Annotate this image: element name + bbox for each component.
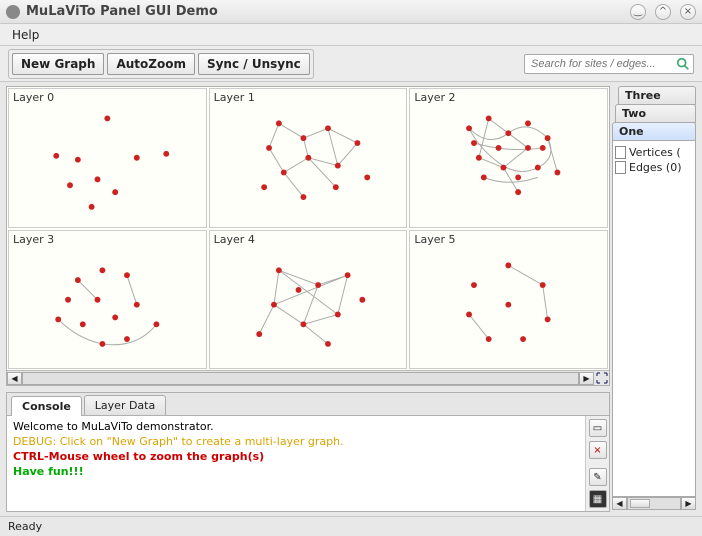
close-button[interactable]: ×	[680, 4, 696, 20]
maximize-button[interactable]: ^	[655, 4, 671, 20]
statusbar: Ready	[0, 516, 702, 536]
scroll-right-arrow[interactable]: ▶	[579, 372, 594, 385]
console-save-button[interactable]: ✎	[589, 468, 607, 486]
layer-label: Layer 0	[13, 91, 54, 104]
console-line: CTRL-Mouse wheel to zoom the graph(s)	[13, 450, 579, 465]
layer-cell-5[interactable]: Layer 5	[409, 230, 608, 370]
new-graph-button[interactable]: New Graph	[12, 53, 104, 75]
graph-horizontal-scrollbar[interactable]: ◀ ▶	[7, 370, 609, 385]
scroll-track[interactable]	[627, 497, 681, 510]
toolbar-group: New Graph AutoZoom Sync / Unsync	[8, 49, 314, 79]
layer-cell-3[interactable]: Layer 3	[8, 230, 207, 370]
console-stop-button[interactable]: ×	[589, 441, 607, 459]
right-horizontal-scrollbar[interactable]: ◀ ▶	[612, 497, 696, 512]
bottom-panel: Console Layer Data Welcome to MuLaViTo d…	[6, 392, 610, 512]
right-column: Three Two One Vertices ( Edges (0) ◀ ▶	[610, 82, 702, 516]
app-icon	[6, 5, 20, 19]
console-line: Have fun!!!	[13, 465, 579, 480]
autozoom-button[interactable]: AutoZoom	[107, 53, 195, 75]
tab-one[interactable]: One	[612, 122, 696, 141]
main-area: Layer 0 Layer 1	[0, 82, 702, 516]
scroll-right-arrow[interactable]: ▶	[681, 497, 696, 510]
titlebar: MuLaViTo Panel GUI Demo ‿ ^ ×	[0, 0, 702, 24]
toolbar: New Graph AutoZoom Sync / Unsync	[0, 46, 702, 82]
layer-cell-4[interactable]: Layer 4	[209, 230, 408, 370]
console-clear-button[interactable]: ▭	[589, 419, 607, 437]
console-text: Welcome to MuLaViTo demonstrator.DEBUG: …	[7, 416, 585, 511]
layer-label: Layer 2	[414, 91, 455, 104]
scroll-left-arrow[interactable]: ◀	[7, 372, 22, 385]
layer-label: Layer 3	[13, 233, 54, 246]
tab-layer-data[interactable]: Layer Data	[84, 395, 166, 415]
menu-help[interactable]: Help	[6, 26, 45, 44]
tree-label-edges: Edges (0)	[629, 161, 682, 174]
console-settings-button[interactable]: ▦	[589, 490, 607, 508]
graph-panel: Layer 0 Layer 1	[6, 86, 610, 386]
tree-label-vertices: Vertices (	[629, 146, 681, 159]
layer-cell-2[interactable]: Layer 2	[409, 88, 608, 228]
scroll-left-arrow[interactable]: ◀	[612, 497, 627, 510]
right-tabs: Three Two One	[612, 86, 696, 140]
left-column: Layer 0 Layer 1	[0, 82, 610, 516]
tab-three[interactable]: Three	[618, 86, 696, 105]
minimize-button[interactable]: ‿	[630, 4, 646, 20]
window-title: MuLaViTo Panel GUI Demo	[26, 4, 218, 19]
tree-item-edges[interactable]: Edges (0)	[615, 160, 693, 175]
graph-grid: Layer 0 Layer 1	[7, 87, 609, 370]
tab-console[interactable]: Console	[11, 396, 82, 416]
layer-cell-1[interactable]: Layer 1	[209, 88, 408, 228]
console-line: Welcome to MuLaViTo demonstrator.	[13, 420, 579, 435]
console-body: Welcome to MuLaViTo demonstrator.DEBUG: …	[7, 416, 609, 511]
search-input[interactable]	[529, 57, 676, 71]
sync-unsync-button[interactable]: Sync / Unsync	[198, 53, 310, 75]
expand-icon[interactable]	[594, 372, 609, 384]
document-icon	[615, 161, 626, 174]
console-line: DEBUG: Click on "New Graph" to create a …	[13, 435, 579, 450]
search-icon[interactable]	[676, 57, 690, 71]
menubar: Help	[0, 24, 702, 46]
layer-label: Layer 1	[214, 91, 255, 104]
scroll-track[interactable]	[22, 372, 579, 385]
search-box[interactable]	[524, 54, 694, 74]
layer-label: Layer 4	[214, 233, 255, 246]
bottom-tab-row: Console Layer Data	[7, 393, 609, 416]
layer-cell-0[interactable]: Layer 0	[8, 88, 207, 228]
tree-item-vertices[interactable]: Vertices (	[615, 145, 693, 160]
tab-two[interactable]: Two	[615, 104, 696, 123]
status-text: Ready	[8, 520, 42, 533]
console-side-toolbar: ▭ × ✎ ▦	[585, 416, 609, 511]
document-icon	[615, 146, 626, 159]
layer-label: Layer 5	[414, 233, 455, 246]
tree-panel: Vertices ( Edges (0)	[612, 140, 696, 497]
